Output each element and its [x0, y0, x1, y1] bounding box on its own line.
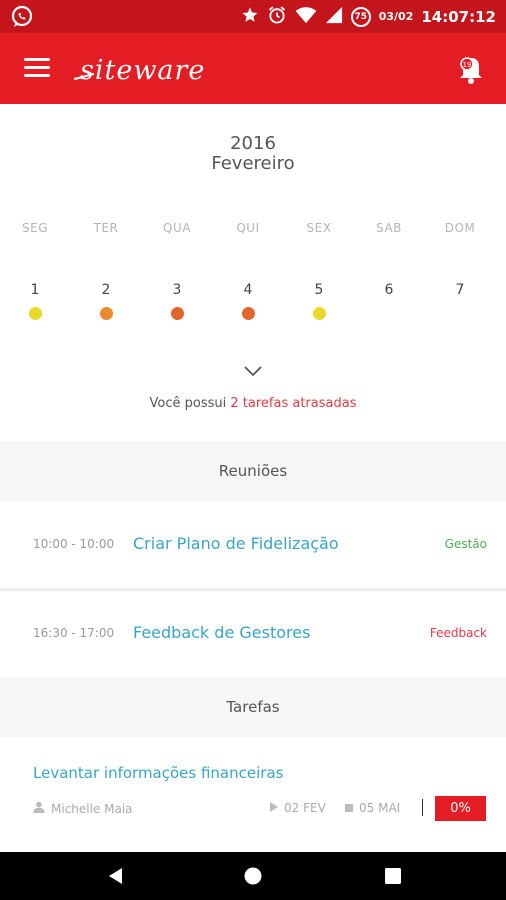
task-status-dot: [28, 307, 42, 320]
calendar-day[interactable]: 3: [152, 280, 202, 320]
task-start-date: 02 FEV: [270, 801, 326, 815]
system-nav-bar: [0, 852, 506, 900]
task-status-dot: [170, 307, 184, 320]
task-status-dot: [241, 307, 255, 320]
late-tasks-link[interactable]: 2 tarefas atrasadas: [230, 396, 356, 411]
meeting-tag: Gestão: [444, 537, 487, 551]
late-tasks-notice: Você possui 2 tarefas atrasadas: [0, 396, 506, 411]
whatsapp-icon: [10, 5, 34, 33]
task-status-dot: [312, 307, 326, 320]
notification-bell-icon[interactable]: 19: [454, 51, 488, 85]
siteware-logo: siteware: [72, 49, 252, 93]
wifi-icon: [295, 6, 317, 28]
user-icon: [33, 801, 45, 816]
stop-icon: [345, 801, 353, 815]
battery-icon: 75: [350, 6, 371, 27]
play-icon: [270, 801, 278, 815]
signal-icon: [325, 6, 343, 28]
task-title[interactable]: Levantar informações financeiras: [33, 764, 283, 782]
weekday-label: QUI: [236, 221, 260, 235]
weekday-label: DOM: [444, 221, 476, 235]
calendar-day[interactable]: 2: [81, 280, 131, 320]
calendar-day[interactable]: 4: [223, 280, 273, 320]
day-number: 4: [243, 282, 253, 298]
task-status-dot: [99, 307, 113, 320]
weekday-label: SEX: [306, 221, 332, 235]
meeting-title: Feedback de Gestores: [133, 623, 311, 642]
meetings-header: Reuniões: [0, 441, 506, 501]
meeting-tag: Feedback: [429, 626, 487, 640]
menu-icon[interactable]: [24, 58, 50, 78]
alarm-icon: [267, 5, 287, 29]
weekday-header: SEG TER QUA QUI SEX SAB DOM: [0, 221, 506, 237]
calendar-month: Fevereiro: [211, 153, 295, 174]
task-start: 02 FEV: [284, 801, 326, 815]
task-end-date: 05 MAI: [345, 801, 400, 815]
meeting-time: 10:00 - 10:00: [33, 537, 115, 551]
day-number: 2: [101, 282, 111, 298]
weekday-label: SAB: [376, 221, 402, 235]
day-number: 7: [455, 282, 465, 298]
home-icon[interactable]: [243, 866, 263, 886]
divider: [422, 799, 423, 816]
calendar-days: 1 2 3 4 5 6 7: [0, 280, 506, 330]
meeting-item[interactable]: 10:00 - 10:00 Criar Plano de Fidelização…: [0, 502, 506, 586]
meeting-title: Criar Plano de Fidelização: [133, 534, 339, 553]
svg-text:19: 19: [463, 61, 472, 69]
task-owner: Michelle Maia: [33, 801, 133, 816]
back-icon[interactable]: [106, 866, 126, 886]
calendar-day[interactable]: 7: [435, 280, 485, 300]
day-number: 3: [172, 282, 182, 298]
calendar-day[interactable]: 6: [364, 280, 414, 300]
late-tasks-text: Você possui: [149, 396, 227, 411]
day-number: 6: [384, 282, 394, 298]
svg-text:siteware: siteware: [80, 55, 205, 86]
day-number: 1: [30, 282, 40, 298]
meeting-item[interactable]: 16:30 - 17:00 Feedback de Gestores Feedb…: [0, 591, 506, 675]
chevron-down-icon[interactable]: [243, 363, 263, 377]
star-icon: [241, 6, 259, 28]
task-owner-name: Michelle Maia: [51, 801, 133, 816]
calendar-year: 2016: [230, 133, 276, 154]
task-progress-badge[interactable]: 0%: [435, 796, 486, 821]
weekday-label: TER: [93, 221, 119, 235]
day-number: 5: [314, 282, 324, 298]
task-end: 05 MAI: [359, 801, 401, 815]
status-time: 14:07:12: [421, 7, 496, 26]
status-bar: 75 03/02 14:07:12: [0, 0, 506, 33]
task-item[interactable]: Levantar informações financeiras: [0, 738, 506, 850]
recents-icon[interactable]: [383, 866, 403, 886]
weekday-label: QUA: [163, 221, 191, 235]
meeting-time: 16:30 - 17:00: [33, 626, 115, 640]
calendar-day[interactable]: 5: [294, 280, 344, 320]
status-date: 03/02: [378, 10, 414, 23]
calendar-day[interactable]: 1: [10, 280, 60, 320]
weekday-label: SEG: [22, 221, 48, 235]
app-bar: siteware 19: [0, 33, 506, 104]
tasks-header: Tarefas: [0, 677, 506, 737]
